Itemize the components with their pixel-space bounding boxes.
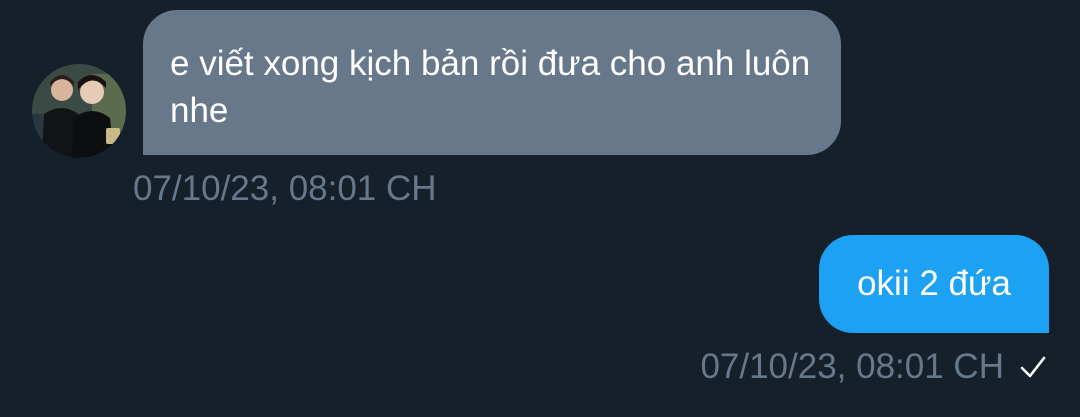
- received-message-bubble[interactable]: e viết xong kịch bản rồi đưa cho anh luô…: [143, 10, 841, 155]
- received-message-timestamp: 07/10/23, 08:01 CH: [133, 169, 437, 208]
- avatar[interactable]: [32, 64, 126, 158]
- sent-message-text: okii 2 đứa: [857, 264, 1011, 303]
- sent-message-meta: 07/10/23, 08:01 CH: [700, 346, 1048, 388]
- dm-conversation: e viết xong kịch bản rồi đưa cho anh luô…: [0, 0, 1080, 417]
- avatar-photo-icon: [32, 64, 126, 158]
- checkmark-icon: [1020, 356, 1046, 378]
- received-message-text: e viết xong kịch bản rồi đưa cho anh luô…: [170, 44, 811, 130]
- sent-message-timestamp: 07/10/23, 08:01 CH: [700, 347, 1004, 386]
- sent-message-bubble[interactable]: okii 2 đứa: [819, 235, 1049, 333]
